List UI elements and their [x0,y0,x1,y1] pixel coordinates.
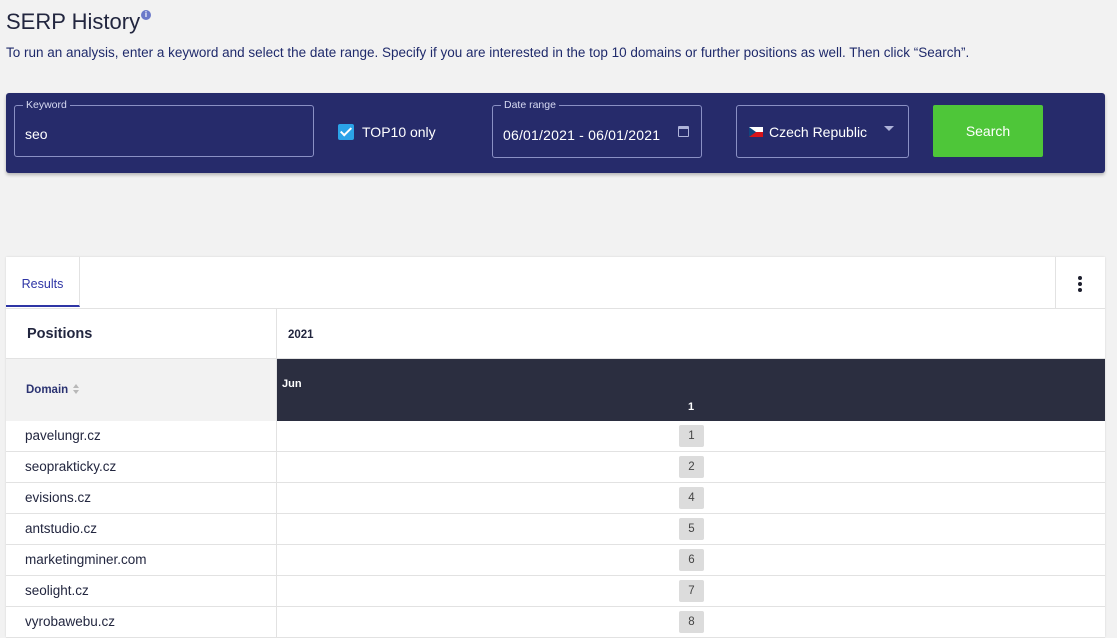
position-badge: 6 [679,549,704,571]
page-description: To run an analysis, enter a keyword and … [6,45,970,60]
day-label: 1 [687,401,695,413]
tab-bar: Results [6,257,1105,309]
domain-cell: seolight.cz [6,576,277,606]
sort-icon[interactable] [73,384,80,394]
country-select[interactable]: Czech Republic [736,105,909,158]
top10-checkbox[interactable] [338,124,354,140]
table-row: antstudio.cz 5 [6,514,1105,545]
info-icon[interactable]: i [141,10,151,20]
search-button[interactable]: Search [933,105,1043,157]
table-row: seoprakticky.cz 2 [6,452,1105,483]
czech-flag-icon [749,127,763,137]
position-badge: 8 [679,611,704,633]
position-badge: 7 [679,580,704,602]
table-row: seolight.cz 7 [6,576,1105,607]
domain-cell: vyrobawebu.cz [6,607,277,637]
top10-label[interactable]: TOP10 only [362,124,436,140]
position-badge: 2 [679,456,704,478]
search-bar: Keyword seo TOP10 only Date range 06/01/… [6,93,1105,173]
position-badge: 4 [679,487,704,509]
date-range-input[interactable]: 06/01/2021 - 06/01/2021 [503,127,660,143]
table-row: evisions.cz 4 [6,483,1105,514]
domain-cell: antstudio.cz [6,514,277,544]
table-row: pavelungr.cz 1 [6,421,1105,452]
domain-cell: marketingminer.com [6,545,277,575]
year-header: 2021 [277,309,1105,359]
table-row: vyrobawebu.cz 8 [6,607,1105,638]
domain-header-label[interactable]: Domain [26,384,68,396]
keyword-input[interactable]: seo [25,126,48,142]
results-panel: Results Positions 2021 Domain Jun 1 pave… [6,257,1105,638]
domain-column-header[interactable]: Domain [6,359,277,421]
chevron-down-icon[interactable] [884,126,894,131]
position-badge: 1 [679,425,704,447]
table-row: marketingminer.com 6 [6,545,1105,576]
domain-cell: seoprakticky.cz [6,452,277,482]
calendar-icon[interactable] [678,126,689,137]
month-label: Jun [282,378,302,390]
domain-cell: evisions.cz [6,483,277,513]
keyword-field[interactable]: Keyword seo [14,99,314,157]
date-range-label: Date range [501,99,559,111]
more-vertical-icon[interactable] [1055,257,1105,308]
domain-cell: pavelungr.cz [6,421,277,451]
page-title: SERP History [6,9,141,34]
position-badge: 5 [679,518,704,540]
country-value: Czech Republic [769,124,868,140]
date-column-header: Jun 1 [277,359,1105,421]
positions-heading: Positions [6,309,277,359]
tab-results[interactable]: Results [6,257,80,307]
date-range-field[interactable]: Date range 06/01/2021 - 06/01/2021 [492,99,702,158]
keyword-label: Keyword [23,99,70,111]
